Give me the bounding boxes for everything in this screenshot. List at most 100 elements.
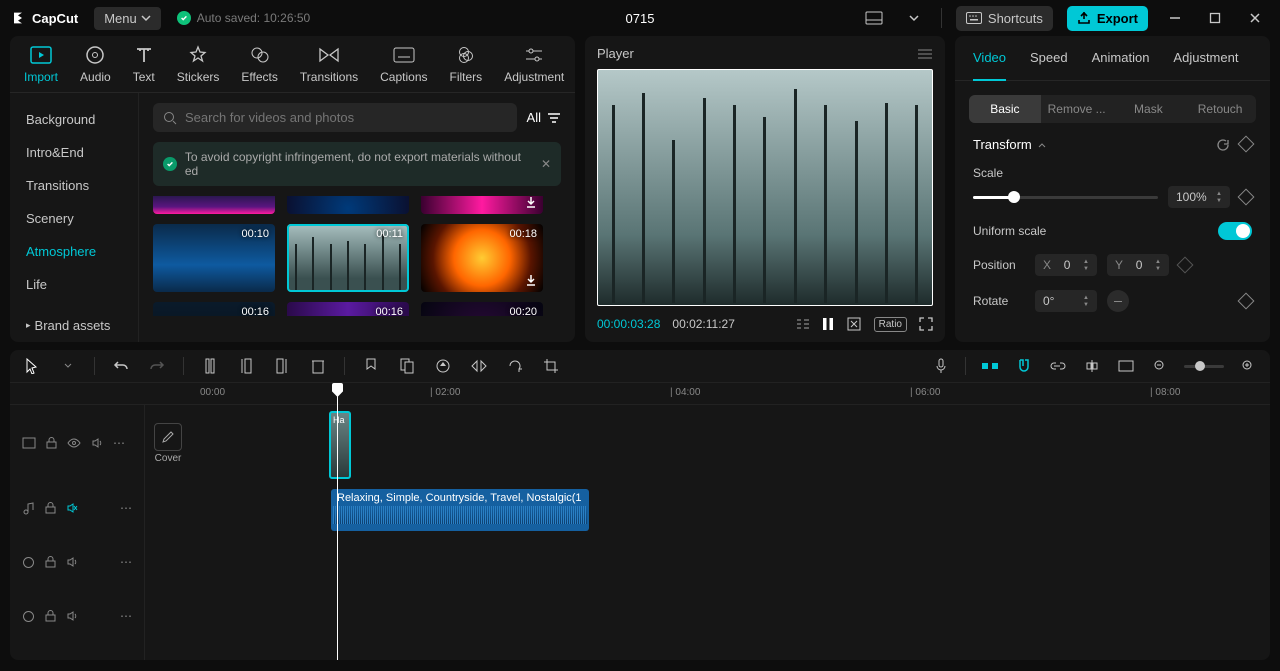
shortcuts-button[interactable]: Shortcuts: [956, 6, 1053, 31]
magnet-tool[interactable]: [1014, 356, 1034, 376]
lock-icon[interactable]: [46, 437, 57, 449]
media-thumb[interactable]: [421, 196, 543, 214]
uniform-toggle[interactable]: [1218, 222, 1252, 240]
snap-tool[interactable]: [980, 356, 1000, 376]
sidebar-item-introend[interactable]: Intro&End: [10, 136, 138, 169]
search-input-wrap[interactable]: [153, 103, 517, 132]
rotate-dial[interactable]: [1107, 290, 1129, 312]
maximize-button[interactable]: [1202, 5, 1228, 31]
time-ruler[interactable]: 00:00 | 02:00 | 04:00 | 06:00 | 08:00: [10, 383, 1270, 405]
video-track-icon[interactable]: [22, 437, 36, 449]
zoom-in[interactable]: [1238, 356, 1258, 376]
media-thumb[interactable]: 00:16: [287, 302, 409, 316]
music-track-icon[interactable]: [22, 502, 35, 515]
tab-transitions[interactable]: Transitions: [300, 44, 358, 92]
rotate-tool[interactable]: [505, 356, 525, 376]
media-thumb[interactable]: 00:10: [153, 224, 275, 292]
minimize-button[interactable]: [1162, 5, 1188, 31]
layout-button[interactable]: [861, 5, 887, 31]
lock-icon[interactable]: [45, 502, 56, 514]
sidebar-item-scenery[interactable]: Scenery: [10, 202, 138, 235]
download-icon[interactable]: [523, 272, 539, 288]
sidebar-item-transitions[interactable]: Transitions: [10, 169, 138, 202]
rotate-value[interactable]: 0°▲▼: [1035, 290, 1097, 312]
media-thumb[interactable]: [287, 196, 409, 214]
media-thumb[interactable]: 00:20: [421, 302, 543, 316]
mirror-tool[interactable]: [469, 356, 489, 376]
position-x[interactable]: X0▲▼: [1035, 254, 1097, 276]
mute-icon[interactable]: [66, 502, 78, 514]
link-tool[interactable]: [1048, 356, 1068, 376]
zoom-out[interactable]: [1150, 356, 1170, 376]
sidebar-item-background[interactable]: Background: [10, 103, 138, 136]
pointer-tool[interactable]: [22, 356, 42, 376]
keyframe-icon[interactable]: [1238, 135, 1255, 152]
reset-icon[interactable]: [1216, 138, 1230, 152]
subtab-remove[interactable]: Remove ...: [1041, 95, 1113, 123]
search-input[interactable]: [185, 110, 507, 125]
download-icon[interactable]: [523, 196, 539, 210]
pointer-chevron[interactable]: [58, 356, 78, 376]
playhead[interactable]: [337, 383, 338, 660]
rtab-speed[interactable]: Speed: [1030, 36, 1068, 80]
timeline-tracks[interactable]: Ha Relaxing, Simple, Countryside, Travel…: [145, 405, 1270, 660]
media-thumb[interactable]: 00:18: [421, 224, 543, 292]
align-tool[interactable]: [1082, 356, 1102, 376]
player-menu-icon[interactable]: [917, 48, 933, 60]
subtab-mask[interactable]: Mask: [1113, 95, 1185, 123]
speaker-icon[interactable]: [66, 610, 78, 622]
crop-tool[interactable]: [541, 356, 561, 376]
fullscreen-icon[interactable]: [919, 317, 933, 331]
redo-button[interactable]: [147, 356, 167, 376]
layout-chevron[interactable]: [901, 5, 927, 31]
subtab-retouch[interactable]: Retouch: [1184, 95, 1256, 123]
video-clip[interactable]: Ha: [329, 411, 351, 479]
tab-adjustment[interactable]: Adjustment: [504, 44, 564, 92]
rtab-animation[interactable]: Animation: [1092, 36, 1150, 80]
undo-button[interactable]: [111, 356, 131, 376]
delete-tool[interactable]: [308, 356, 328, 376]
scale-slider[interactable]: [973, 196, 1158, 199]
trim-right-tool[interactable]: [272, 356, 292, 376]
tab-captions[interactable]: Captions: [380, 44, 427, 92]
keyframe-icon[interactable]: [1238, 293, 1255, 310]
track-icon[interactable]: [22, 610, 35, 623]
ratio-button[interactable]: Ratio: [874, 317, 907, 332]
reverse-tool[interactable]: [433, 356, 453, 376]
position-y[interactable]: Y0▲▼: [1107, 254, 1169, 276]
subtab-basic[interactable]: Basic: [969, 95, 1041, 123]
sidebar-item-brand[interactable]: ▸Brand assets: [10, 309, 138, 342]
filter-all-button[interactable]: All: [527, 110, 561, 125]
tab-effects[interactable]: Effects: [241, 44, 277, 92]
copy-tool[interactable]: [397, 356, 417, 376]
eye-icon[interactable]: [67, 438, 81, 448]
zoom-slider[interactable]: [1184, 365, 1224, 368]
tab-text[interactable]: Text: [133, 44, 155, 92]
speaker-icon[interactable]: [91, 437, 103, 449]
rtab-video[interactable]: Video: [973, 36, 1006, 81]
tab-filters[interactable]: Filters: [450, 44, 483, 92]
sidebar-item-atmosphere[interactable]: Atmosphere: [10, 235, 138, 268]
menu-button[interactable]: Menu: [94, 7, 161, 30]
video-preview[interactable]: [597, 69, 933, 306]
speaker-icon[interactable]: [66, 556, 78, 568]
export-button[interactable]: Export: [1067, 6, 1148, 31]
preview-tool[interactable]: [1116, 356, 1136, 376]
media-thumb-selected[interactable]: 00:11: [287, 224, 409, 292]
tab-import[interactable]: Import: [24, 44, 58, 92]
tab-stickers[interactable]: Stickers: [177, 44, 220, 92]
keyframe-icon[interactable]: [1177, 257, 1194, 274]
scale-value[interactable]: 100%▲▼: [1168, 186, 1230, 208]
keyframe-icon[interactable]: [1238, 189, 1255, 206]
marker-tool[interactable]: [361, 356, 381, 376]
lock-icon[interactable]: [45, 610, 56, 622]
lock-icon[interactable]: [45, 556, 56, 568]
close-button[interactable]: [1242, 5, 1268, 31]
pause-button[interactable]: [822, 317, 834, 331]
notice-close[interactable]: ✕: [541, 157, 551, 171]
sidebar-item-life[interactable]: Life: [10, 268, 138, 301]
scale-icon[interactable]: [846, 316, 862, 332]
media-thumb[interactable]: [153, 196, 275, 214]
media-thumb[interactable]: 00:16: [153, 302, 275, 316]
split-tool[interactable]: [200, 356, 220, 376]
